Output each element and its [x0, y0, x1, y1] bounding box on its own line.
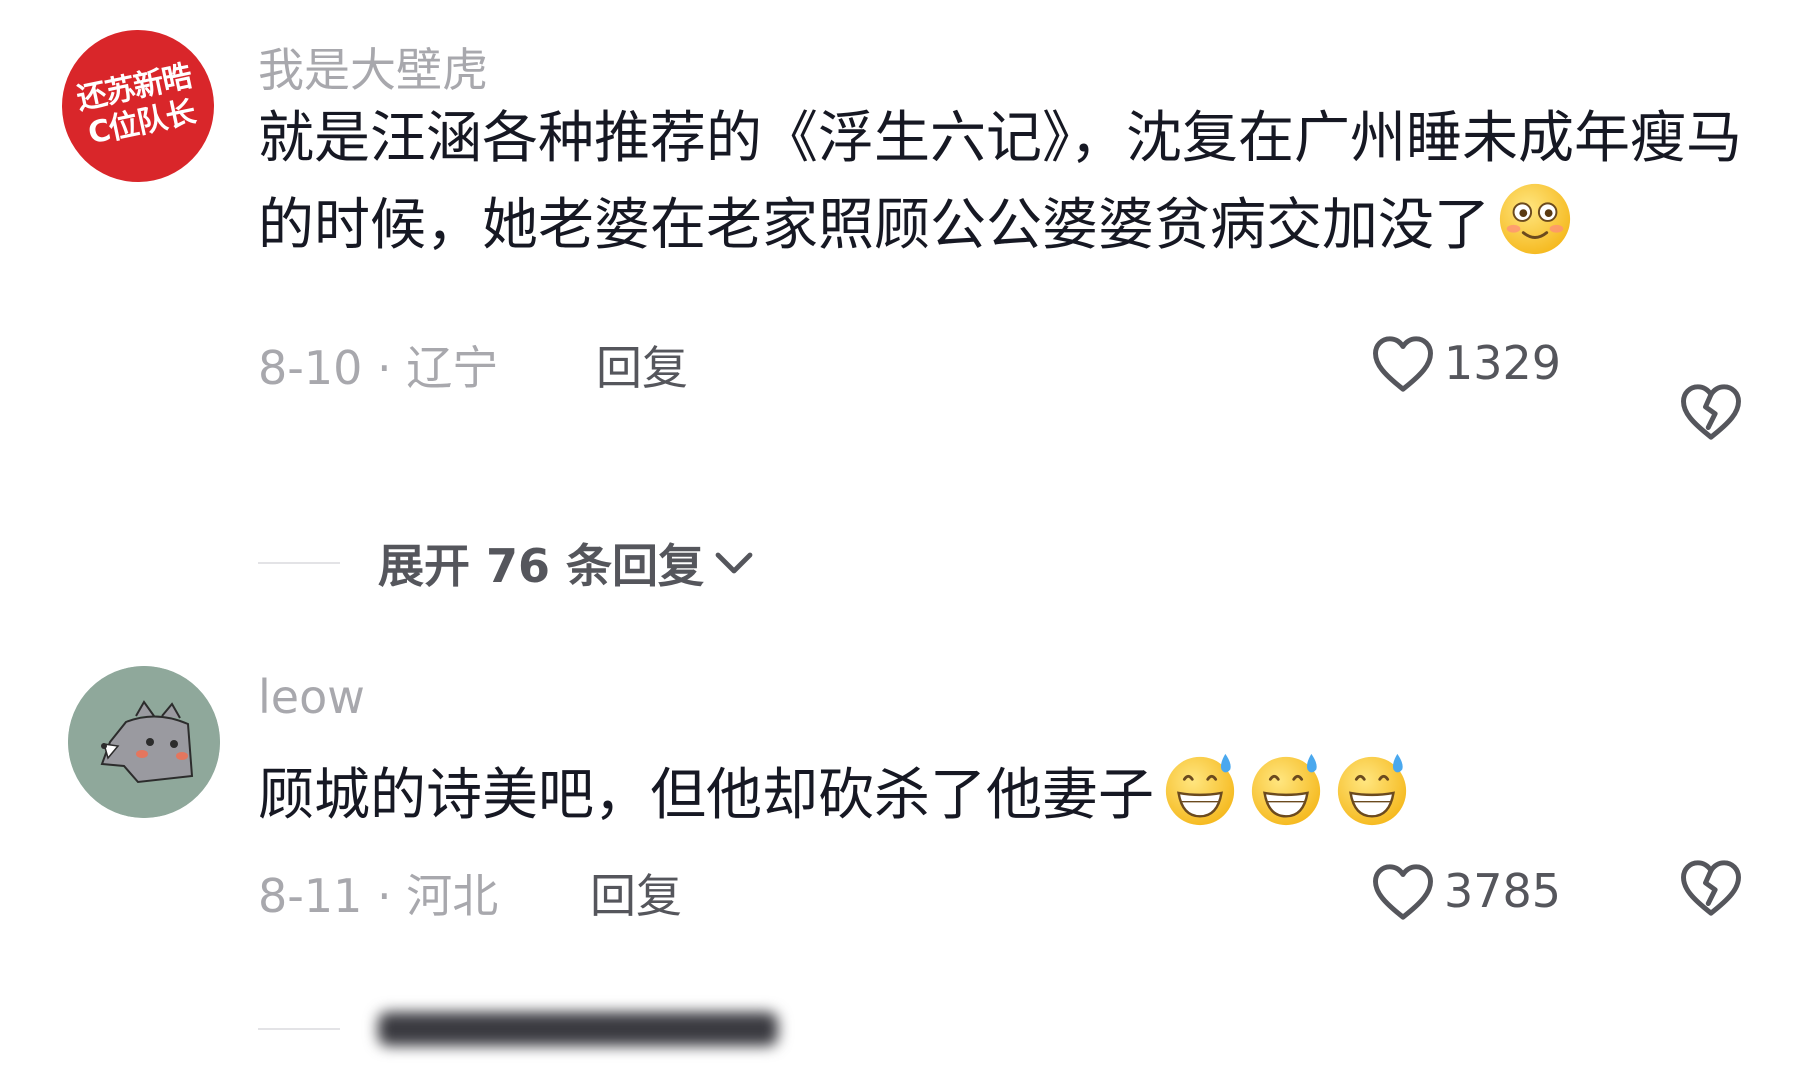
comment-date-location: 8-11 · 河北 — [258, 869, 499, 923]
wolf-avatar-icon — [68, 666, 220, 818]
comment-username[interactable]: leow — [258, 670, 365, 724]
avatar[interactable] — [68, 666, 220, 818]
expand-replies-button[interactable] — [258, 1012, 778, 1046]
grinning-sweat-emoji-icon — [1160, 750, 1240, 851]
comment-text-content: 顾城的诗美吧，但他却砍杀了他妻子 — [258, 763, 1154, 828]
heart-outline-icon — [1373, 864, 1433, 920]
dislike-button[interactable] — [1678, 856, 1744, 922]
like-count: 3785 — [1444, 864, 1562, 918]
comment-item: leow 顾城的诗美吧，但他却砍杀了他妻子 8-11 · 河北 回复 3785 — [0, 0, 1809, 1080]
divider — [258, 1028, 340, 1030]
reply-button[interactable]: 回复 — [590, 860, 682, 926]
grinning-sweat-emoji-icon — [1332, 750, 1412, 851]
comment-text: 顾城的诗美吧，但他却砍杀了他妻子 — [258, 750, 1758, 851]
broken-heart-icon — [1681, 860, 1741, 916]
grinning-sweat-emoji-icon — [1246, 750, 1326, 851]
like-button[interactable]: 3785 — [1370, 860, 1561, 922]
blurred-expand-label — [378, 1012, 778, 1046]
